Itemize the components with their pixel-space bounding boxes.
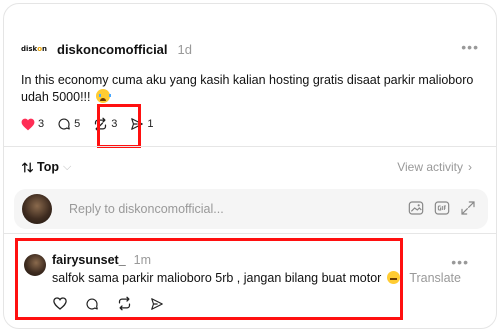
- sort-dropdown[interactable]: Top ⌵: [21, 157, 71, 177]
- like-count: 3: [38, 118, 45, 130]
- like-button[interactable]: 3: [21, 118, 44, 131]
- sort-label: Top: [37, 160, 59, 174]
- divider: [4, 146, 496, 147]
- post-header: disk o n diskoncomofficial 1d: [21, 38, 192, 60]
- comment-bubble-icon: [58, 118, 70, 130]
- view-activity-label: View activity: [397, 160, 463, 174]
- translate-link[interactable]: Translate: [409, 271, 461, 285]
- chevron-right-icon: ›: [468, 160, 472, 174]
- divider: [4, 233, 496, 234]
- post-body: In this economy cuma aku yang kasih kali…: [21, 72, 491, 106]
- reply-count: 5: [74, 118, 81, 130]
- current-user-avatar: [22, 194, 52, 224]
- sort-arrows-icon: [21, 162, 34, 172]
- post-text: In this economy cuma aku yang kasih kali…: [21, 73, 474, 104]
- thread-card: disk o n diskoncomofficial 1d ••• In this …: [3, 3, 497, 329]
- crying-face-emoji-icon: [96, 89, 111, 103]
- reply-input[interactable]: Reply to diskoncomofficial...: [69, 202, 224, 216]
- reply-tools: [398, 200, 476, 216]
- post-more-options-icon[interactable]: •••: [461, 40, 479, 54]
- view-activity-link[interactable]: View activity ›: [397, 160, 472, 174]
- expand-icon[interactable]: [460, 200, 476, 216]
- avatar-logo-end: n: [42, 45, 48, 53]
- repost-highlight-box: [97, 104, 141, 148]
- author-avatar[interactable]: disk o n: [21, 38, 47, 60]
- avatar-logo-text: disk: [20, 45, 38, 53]
- comment-more-options-icon[interactable]: •••: [451, 255, 469, 269]
- reply-composer[interactable]: Reply to diskoncomofficial...: [14, 189, 488, 229]
- post-timestamp: 1d: [177, 41, 192, 57]
- reply-button[interactable]: 5: [57, 117, 80, 131]
- share-count: 1: [147, 118, 154, 130]
- image-icon[interactable]: [408, 200, 424, 216]
- comment-highlight-box: [15, 238, 403, 320]
- chevron-down-icon: ⌵: [62, 160, 72, 173]
- post-actions: 3 5 3 1: [21, 114, 167, 134]
- heart-filled-icon: [21, 118, 35, 130]
- gif-icon[interactable]: [434, 200, 450, 216]
- post-author-name[interactable]: diskoncomofficial: [57, 42, 168, 57]
